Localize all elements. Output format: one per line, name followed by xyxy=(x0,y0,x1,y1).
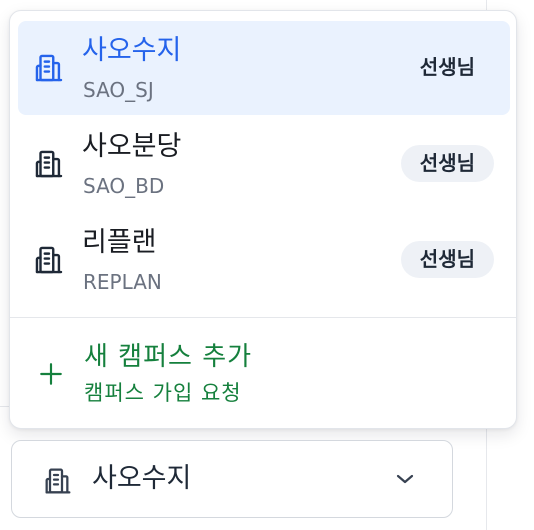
add-campus-subtitle: 캠퍼스 가입 요청 xyxy=(84,381,242,405)
campus-code: REPLAN xyxy=(83,270,162,294)
campus-item-replan[interactable]: 리플랜 REPLAN 선생님 xyxy=(18,213,510,307)
campus-code: SAO_BD xyxy=(83,174,165,198)
campus-code: SAO_SJ xyxy=(83,78,154,102)
campus-dropdown-menu: 사오수지 SAO_SJ 선생님 사오분당 SAO_BD 선생님 리플랜 REPL… xyxy=(9,10,517,429)
campus-selector[interactable]: 사오수지 xyxy=(11,440,453,518)
menu-separator xyxy=(10,317,516,318)
chevron-down-icon xyxy=(396,474,414,484)
building-icon xyxy=(35,246,63,274)
campus-name: 사오분당 xyxy=(82,131,182,162)
add-campus-title: 새 캠퍼스 추가 xyxy=(84,342,253,372)
campus-item-sao-sj[interactable]: 사오수지 SAO_SJ 선생님 xyxy=(18,21,510,115)
campus-selector-value: 사오수지 xyxy=(92,463,192,494)
campus-name: 사오수지 xyxy=(82,35,182,66)
add-campus-button[interactable]: 새 캠퍼스 추가 캠퍼스 가입 요청 xyxy=(18,329,510,417)
plus-icon xyxy=(40,363,62,385)
role-badge: 선생님 xyxy=(400,145,494,182)
building-icon xyxy=(45,468,71,494)
role-badge: 선생님 xyxy=(400,49,494,86)
campus-item-sao-bd[interactable]: 사오분당 SAO_BD 선생님 xyxy=(18,117,510,211)
campus-name: 리플랜 xyxy=(82,227,157,258)
building-icon xyxy=(35,54,63,82)
building-icon xyxy=(35,150,63,178)
role-badge: 선생님 xyxy=(400,241,494,278)
